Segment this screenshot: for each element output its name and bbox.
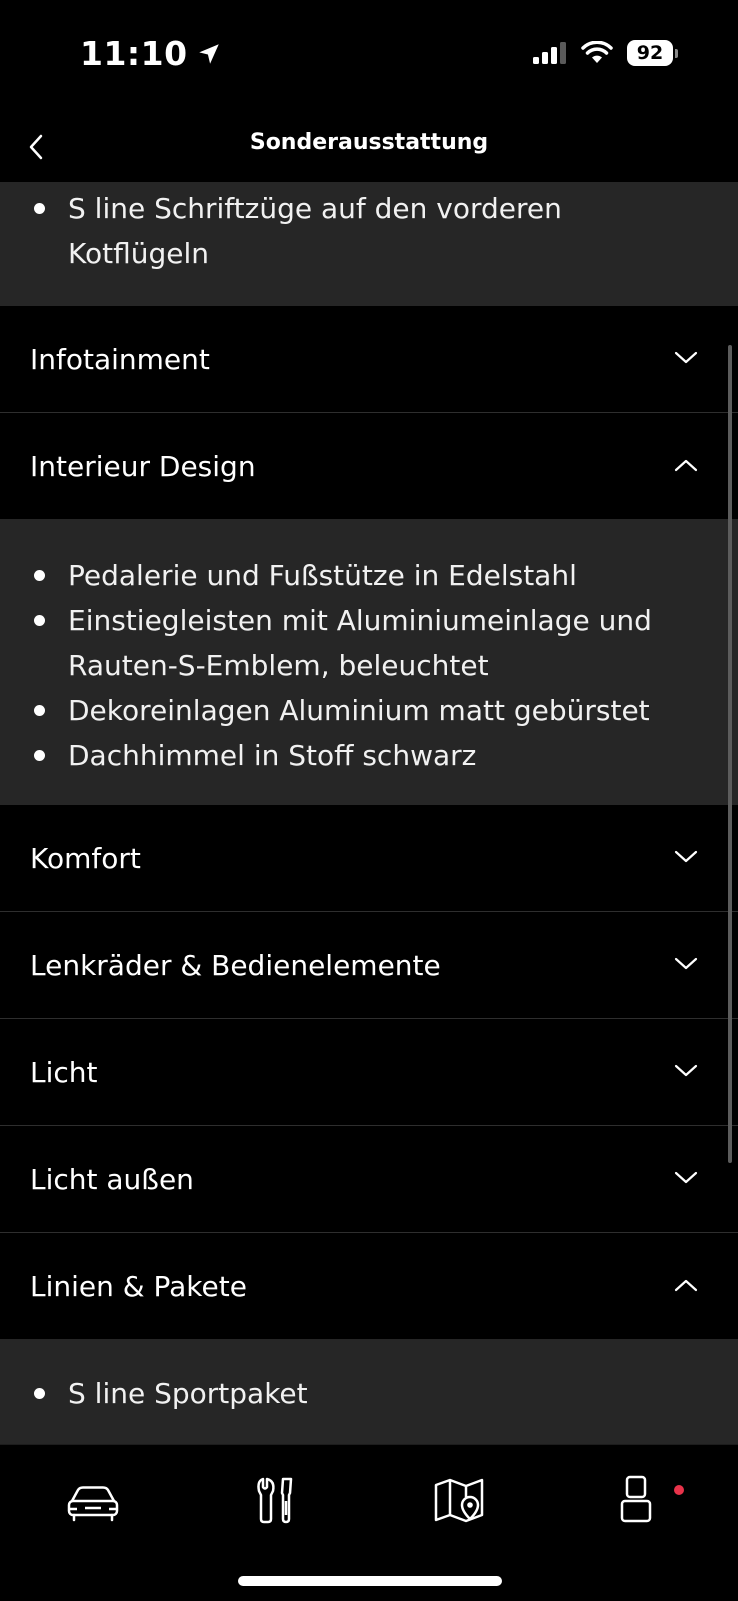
car-icon (67, 1486, 119, 1522)
section-label: Infotainment (30, 342, 210, 376)
tab-profile[interactable] (618, 1475, 674, 1525)
profile-icon (620, 1475, 652, 1523)
cellular-signal-icon (533, 42, 566, 64)
list-item: S line Schriftzüge auf den vorderen Kotf… (30, 186, 708, 276)
scroll-indicator[interactable] (728, 345, 732, 1163)
status-indicators: 92 (533, 40, 678, 66)
battery-level: 92 (627, 40, 673, 66)
list-item: Pedalerie und Fußstütze in Edelstahl (30, 553, 708, 598)
section-label: Linien & Pakete (30, 1269, 247, 1303)
tools-icon (257, 1477, 293, 1524)
section-label: Interieur Design (30, 449, 256, 483)
home-indicator[interactable] (238, 1576, 502, 1586)
section-header-linien-pakete[interactable]: Linien & Pakete (0, 1233, 738, 1339)
status-bar: 11:10 92 (0, 0, 738, 110)
battery-indicator: 92 (627, 40, 678, 66)
navigation-bar: Sonderausstattung (0, 110, 738, 182)
section-header-infotainment[interactable]: Infotainment (0, 306, 738, 413)
list-item: Dachhimmel in Stoff schwarz (30, 733, 708, 778)
chevron-down-icon (674, 957, 698, 970)
list-item: Dekoreinlagen Aluminium matt gebürstet (30, 688, 708, 733)
section-header-licht[interactable]: Licht (0, 1019, 738, 1126)
section-header-lenkraeder[interactable]: Lenkräder & Bedienelemente (0, 912, 738, 1019)
notification-dot (674, 1485, 684, 1495)
section-content-linien-pakete: S line Sportpaket (0, 1339, 738, 1444)
location-arrow-icon (198, 43, 219, 64)
tab-map[interactable] (432, 1475, 488, 1525)
section-header-licht-aussen[interactable]: Licht außen (0, 1126, 738, 1233)
chevron-down-icon (674, 1171, 698, 1184)
tab-car[interactable] (65, 1475, 121, 1525)
section-label: Licht (30, 1055, 98, 1089)
equipment-list[interactable]: S line Schriftzüge auf den vorderen Kotf… (0, 182, 738, 1444)
status-time: 11:10 (80, 34, 222, 73)
wifi-icon (581, 41, 613, 63)
section-content-interieur-design: Pedalerie und Fußstütze in Edelstahl Ein… (0, 519, 738, 805)
chevron-down-icon (674, 351, 698, 364)
section-label: Lenkräder & Bedienelemente (30, 948, 441, 982)
map-icon (434, 1478, 484, 1523)
clock-text: 11:10 (80, 34, 188, 73)
section-label: Komfort (30, 841, 141, 875)
chevron-up-icon (674, 459, 698, 472)
section-header-komfort[interactable]: Komfort (0, 805, 738, 912)
chevron-down-icon (674, 1064, 698, 1077)
section-label: Licht außen (30, 1162, 194, 1196)
section-content-previous: S line Schriftzüge auf den vorderen Kotf… (0, 182, 738, 306)
page-title: Sonderausstattung (249, 130, 489, 155)
battery-tip (675, 48, 678, 58)
chevron-down-icon (674, 850, 698, 863)
list-item: S line Sportpaket (30, 1371, 708, 1416)
list-item: Einstiegleisten mit Aluminiumeinlage und… (30, 598, 708, 688)
chevron-up-icon (674, 1279, 698, 1292)
tab-service[interactable] (249, 1475, 305, 1525)
section-header-interieur-design[interactable]: Interieur Design (0, 413, 738, 519)
